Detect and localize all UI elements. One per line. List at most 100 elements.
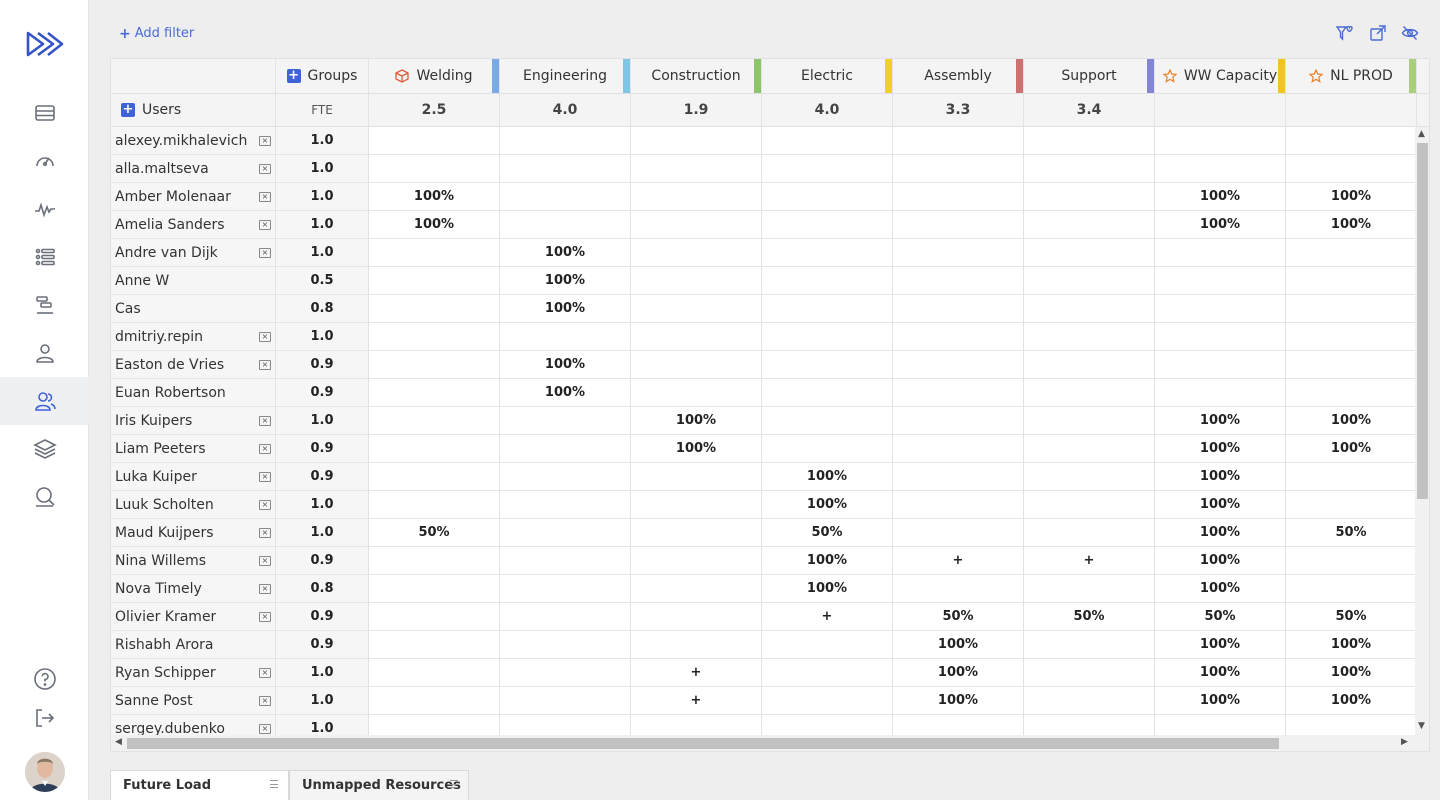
- allocation-cell[interactable]: [631, 267, 762, 294]
- allocation-cell[interactable]: [500, 183, 631, 210]
- logo-icon[interactable]: [26, 30, 64, 58]
- allocation-cell[interactable]: [762, 435, 893, 462]
- user-name-cell[interactable]: Anne W: [111, 267, 276, 294]
- allocation-cell[interactable]: 100%: [1155, 435, 1286, 462]
- scroll-down-icon[interactable]: ▼: [1418, 721, 1425, 731]
- allocation-cell[interactable]: [893, 267, 1024, 294]
- nav-dashboard-icon[interactable]: [0, 137, 89, 185]
- user-name-cell[interactable]: Easton de Vries ×: [111, 351, 276, 378]
- tab-unmapped-resources[interactable]: Unmapped Resources: [289, 770, 469, 800]
- allocation-cell[interactable]: [893, 379, 1024, 406]
- allocation-cell[interactable]: 100%: [369, 183, 500, 210]
- allocation-cell[interactable]: [1286, 239, 1415, 266]
- allocation-cell[interactable]: [1155, 239, 1286, 266]
- allocation-cell[interactable]: [1286, 155, 1415, 182]
- allocation-cell[interactable]: 100%: [1155, 631, 1286, 658]
- allocation-cell[interactable]: [893, 295, 1024, 322]
- allocation-cell[interactable]: 100%: [1286, 687, 1415, 714]
- allocation-cell[interactable]: +: [1024, 547, 1155, 574]
- allocation-cell[interactable]: [1024, 267, 1155, 294]
- allocation-cell[interactable]: [893, 323, 1024, 350]
- allocation-cell[interactable]: [1024, 631, 1155, 658]
- allocation-cell[interactable]: 100%: [893, 631, 1024, 658]
- allocation-cell[interactable]: [631, 183, 762, 210]
- remove-icon[interactable]: ×: [259, 527, 271, 538]
- group-header-engineering[interactable]: Engineering: [500, 59, 631, 93]
- allocation-cell[interactable]: +: [631, 687, 762, 714]
- allocation-cell[interactable]: [1286, 267, 1415, 294]
- remove-icon[interactable]: ×: [259, 219, 271, 230]
- allocation-cell[interactable]: [500, 659, 631, 686]
- user-name-cell[interactable]: sergey.dubenko ×: [111, 715, 276, 735]
- allocation-cell[interactable]: [369, 575, 500, 602]
- allocation-cell[interactable]: [893, 407, 1024, 434]
- remove-icon[interactable]: ×: [259, 667, 271, 678]
- allocation-cell[interactable]: [762, 239, 893, 266]
- remove-icon[interactable]: ×: [259, 723, 271, 734]
- nav-table-icon[interactable]: [0, 89, 89, 137]
- allocation-cell[interactable]: [631, 631, 762, 658]
- allocation-cell[interactable]: 100%: [500, 379, 631, 406]
- allocation-cell[interactable]: [1286, 715, 1415, 735]
- allocation-cell[interactable]: [1286, 575, 1415, 602]
- allocation-cell[interactable]: [1024, 127, 1155, 154]
- logout-icon[interactable]: [0, 694, 89, 742]
- tab-menu-icon[interactable]: [450, 780, 458, 788]
- nav-list-icon[interactable]: [0, 233, 89, 281]
- allocation-cell[interactable]: 50%: [1286, 603, 1415, 630]
- allocation-cell[interactable]: 50%: [893, 603, 1024, 630]
- allocation-cell[interactable]: [631, 155, 762, 182]
- vertical-scroll-thumb[interactable]: [1417, 143, 1428, 499]
- remove-icon[interactable]: ×: [259, 583, 271, 594]
- allocation-cell[interactable]: [631, 379, 762, 406]
- allocation-cell[interactable]: [1024, 323, 1155, 350]
- nav-search-icon[interactable]: [0, 473, 89, 521]
- allocation-cell[interactable]: [762, 127, 893, 154]
- allocation-cell[interactable]: [893, 519, 1024, 546]
- allocation-cell[interactable]: [1155, 127, 1286, 154]
- allocation-cell[interactable]: [500, 519, 631, 546]
- allocation-cell[interactable]: 50%: [762, 519, 893, 546]
- allocation-cell[interactable]: [1286, 295, 1415, 322]
- user-name-cell[interactable]: Luuk Scholten ×: [111, 491, 276, 518]
- add-user-icon[interactable]: +: [121, 103, 135, 117]
- allocation-cell[interactable]: [369, 547, 500, 574]
- remove-icon[interactable]: ×: [259, 443, 271, 454]
- allocation-cell[interactable]: [1286, 351, 1415, 378]
- allocation-cell[interactable]: [762, 715, 893, 735]
- allocation-cell[interactable]: [1024, 491, 1155, 518]
- allocation-cell[interactable]: 100%: [1286, 631, 1415, 658]
- group-header-nl-prod[interactable]: NL PROD: [1286, 59, 1417, 93]
- allocation-cell[interactable]: 100%: [762, 575, 893, 602]
- allocation-cell[interactable]: [500, 603, 631, 630]
- allocation-cell[interactable]: 100%: [1155, 463, 1286, 490]
- allocation-cell[interactable]: 100%: [1155, 519, 1286, 546]
- allocation-cell[interactable]: 100%: [1155, 183, 1286, 210]
- allocation-cell[interactable]: [893, 491, 1024, 518]
- allocation-cell[interactable]: [500, 631, 631, 658]
- user-name-cell[interactable]: Rishabh Arora: [111, 631, 276, 658]
- allocation-cell[interactable]: 100%: [631, 407, 762, 434]
- filter-heart-icon[interactable]: [1335, 24, 1353, 42]
- allocation-cell[interactable]: [762, 183, 893, 210]
- allocation-cell[interactable]: [369, 239, 500, 266]
- allocation-cell[interactable]: [762, 155, 893, 182]
- allocation-cell[interactable]: [500, 575, 631, 602]
- allocation-cell[interactable]: 100%: [631, 435, 762, 462]
- allocation-cell[interactable]: [631, 519, 762, 546]
- allocation-cell[interactable]: [1024, 407, 1155, 434]
- tab-future-load[interactable]: Future Load: [110, 770, 289, 800]
- allocation-cell[interactable]: 100%: [1155, 687, 1286, 714]
- allocation-cell[interactable]: [500, 491, 631, 518]
- allocation-cell[interactable]: [631, 211, 762, 238]
- nav-layers-icon[interactable]: [0, 425, 89, 473]
- allocation-cell[interactable]: 100%: [893, 659, 1024, 686]
- allocation-cell[interactable]: [1286, 379, 1415, 406]
- user-name-cell[interactable]: Iris Kuipers ×: [111, 407, 276, 434]
- allocation-cell[interactable]: [1155, 379, 1286, 406]
- allocation-cell[interactable]: [1024, 211, 1155, 238]
- tab-menu-icon[interactable]: [270, 780, 278, 788]
- allocation-cell[interactable]: [369, 407, 500, 434]
- allocation-cell[interactable]: [500, 407, 631, 434]
- allocation-cell[interactable]: [500, 715, 631, 735]
